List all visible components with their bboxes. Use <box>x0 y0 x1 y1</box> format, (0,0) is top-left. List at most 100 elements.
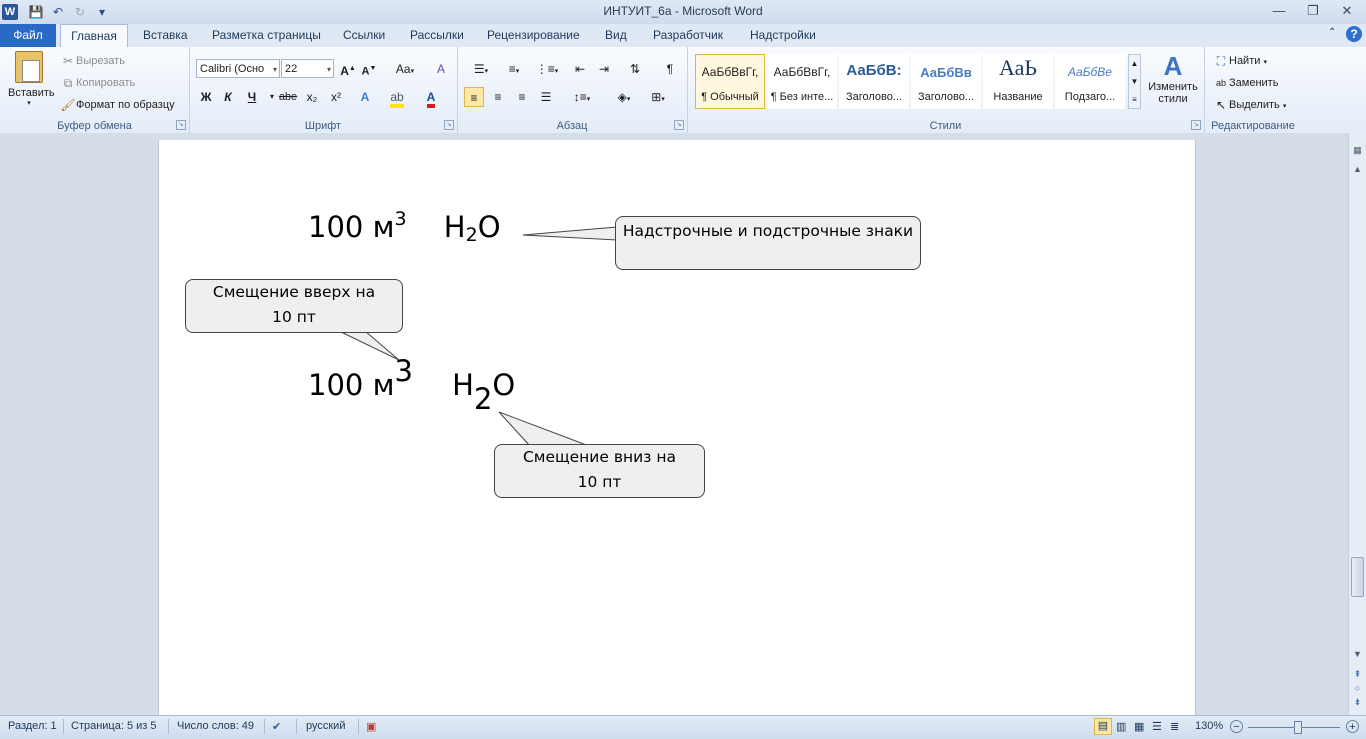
style-normal[interactable]: АаБбВвГг, ¶ Обычный <box>695 54 765 109</box>
increase-indent-button[interactable]: ⇥ <box>594 59 614 79</box>
underline-button[interactable]: Ч <box>242 87 262 107</box>
macro-record-icon[interactable]: ▣ <box>366 720 376 733</box>
superscript-button[interactable]: x² <box>326 87 346 107</box>
scroll-up-icon[interactable]: ▲ <box>1350 162 1365 177</box>
tab-insert[interactable]: Вставка <box>143 28 188 46</box>
zoom-level[interactable]: 130% <box>1195 720 1223 732</box>
scroll-down-icon[interactable]: ▼ <box>1350 647 1365 662</box>
scroll-thumb[interactable] <box>1351 557 1364 597</box>
customize-qat-icon[interactable]: ▾ <box>94 4 110 20</box>
help-icon[interactable]: ? <box>1346 26 1362 42</box>
previous-page-icon[interactable]: ⇞ <box>1350 667 1365 682</box>
outline-view-icon[interactable]: ☰ <box>1152 720 1162 733</box>
replace-button[interactable]: ab Заменить <box>1213 75 1278 91</box>
styles-launcher-icon[interactable]: ↘ <box>1191 120 1201 130</box>
select-browse-object-icon[interactable]: ○ <box>1350 681 1365 696</box>
style-title[interactable]: АаЬ Название <box>983 54 1053 109</box>
section-indicator[interactable]: Раздел: 1 <box>8 720 57 732</box>
next-page-icon[interactable]: ⇟ <box>1350 695 1365 710</box>
redo-icon[interactable]: ↻ <box>72 4 88 20</box>
show-formatting-button[interactable]: ¶ <box>660 59 680 79</box>
full-screen-reading-icon[interactable]: ▥ <box>1116 720 1126 733</box>
zoom-in-icon[interactable]: + <box>1346 720 1359 733</box>
sort-button[interactable]: ⇅ <box>625 59 645 79</box>
word-app-icon[interactable]: W <box>2 4 18 20</box>
vertical-scrollbar[interactable]: ▦ ▲ ▼ ⇞ ○ ⇟ <box>1348 133 1366 715</box>
line-spacing-button[interactable]: ↕≡▾ <box>567 87 597 107</box>
italic-button[interactable]: К <box>218 87 238 107</box>
style-no-spacing[interactable]: АаБбВвГг, ¶ Без инте... <box>767 54 837 109</box>
zoom-slider-thumb[interactable] <box>1294 721 1302 734</box>
save-icon[interactable]: 💾 <box>28 4 44 20</box>
bullets-button[interactable]: ☰▾ <box>466 59 496 79</box>
ruler-toggle-icon[interactable]: ▦ <box>1350 143 1365 158</box>
print-layout-icon[interactable]: ▤ <box>1094 718 1112 735</box>
grow-font-button[interactable]: A▲ <box>338 59 358 79</box>
paste-button[interactable]: Вставить ▾ <box>8 51 55 107</box>
shading-button[interactable]: ◈▾ <box>609 87 639 107</box>
font-name-combo[interactable]: Calibri (Осно ▾ <box>196 59 280 78</box>
word-count[interactable]: Число слов: 49 <box>177 720 254 732</box>
style-heading-2[interactable]: АаБбВв Заголово... <box>911 54 981 109</box>
highlight-color-button[interactable]: ab <box>387 87 407 108</box>
minimize-ribbon-icon[interactable]: ⌃ <box>1328 27 1336 45</box>
paragraph-launcher-icon[interactable]: ↘ <box>674 120 684 130</box>
tab-page-layout[interactable]: Разметка страницы <box>212 28 321 46</box>
change-case-button[interactable]: Aa▾ <box>391 59 419 79</box>
align-right-button[interactable]: ≡ <box>512 87 532 107</box>
close-button[interactable]: ✕ <box>1334 2 1360 20</box>
text-effects-button[interactable]: A <box>355 87 375 107</box>
style-heading-1[interactable]: АаБбВ: Заголово... <box>839 54 909 109</box>
document-page[interactable]: 100 м3 H2O 100 м3 H2O Надстрочные и подс… <box>158 140 1196 715</box>
tab-references[interactable]: Ссылки <box>343 28 385 46</box>
minimize-button[interactable]: — <box>1266 2 1292 20</box>
multilevel-list-icon: ⋮≡ <box>535 62 555 76</box>
callout-raise[interactable]: Смещение вверх на 10 пт <box>185 279 403 333</box>
multilevel-list-button[interactable]: ⋮≡▾ <box>532 59 562 79</box>
tab-file[interactable]: Файл <box>0 24 56 47</box>
decrease-indent-button[interactable]: ⇤ <box>570 59 590 79</box>
cut-button[interactable]: ✂ Вырезать <box>60 53 125 69</box>
callout-top[interactable]: Надстрочные и подстрочные знаки <box>615 216 921 270</box>
tab-mailings[interactable]: Рассылки <box>410 28 464 46</box>
select-button[interactable]: ↖ Выделить ▾ <box>1213 97 1286 113</box>
font-size-combo[interactable]: 22 ▾ <box>281 59 334 78</box>
shrink-font-button[interactable]: A▼ <box>359 59 379 79</box>
tab-home[interactable]: Главная <box>60 24 128 48</box>
spelling-check-icon[interactable]: ✔ <box>272 720 281 733</box>
undo-icon[interactable]: ↶ <box>50 4 66 20</box>
web-layout-icon[interactable]: ▦ <box>1134 720 1144 733</box>
tab-developer[interactable]: Разработчик <box>653 28 723 46</box>
font-color-icon: A <box>426 90 436 108</box>
tab-view[interactable]: Вид <box>605 28 627 46</box>
increase-indent-icon: ⇥ <box>598 62 610 76</box>
language-indicator[interactable]: русский <box>306 720 345 732</box>
align-center-button[interactable]: ≡ <box>488 87 508 107</box>
bold-button[interactable]: Ж <box>196 87 216 107</box>
font-launcher-icon[interactable]: ↘ <box>444 120 454 130</box>
copy-button[interactable]: ⧉ Копировать <box>60 75 136 91</box>
font-color-button[interactable]: A <box>421 87 441 108</box>
clipboard-launcher-icon[interactable]: ↘ <box>176 120 186 130</box>
page-indicator[interactable]: Страница: 5 из 5 <box>71 720 157 732</box>
tab-review[interactable]: Рецензирование <box>487 28 580 46</box>
tab-addins[interactable]: Надстройки <box>750 28 816 46</box>
draft-view-icon[interactable]: ≣ <box>1170 720 1179 733</box>
styles-scroll-buttons[interactable]: ▲ ▼ ≡ <box>1128 54 1141 109</box>
format-painter-button[interactable]: 🖌Формат по образцу <box>60 97 174 113</box>
align-left-button[interactable]: ≡ <box>464 87 484 107</box>
line-spacing-icon: ↕≡ <box>573 90 587 104</box>
restore-button[interactable]: ❐ <box>1300 2 1326 20</box>
justify-button[interactable]: ☰ <box>536 87 556 107</box>
change-styles-button[interactable]: A Изменить стили <box>1145 51 1201 105</box>
clear-formatting-button[interactable]: A <box>431 59 451 79</box>
subscript-button[interactable]: x₂ <box>302 87 322 107</box>
style-subtitle[interactable]: АаБбВе Подзаго... <box>1055 54 1125 109</box>
change-styles-label: Изменить стили <box>1148 81 1198 105</box>
numbering-button[interactable]: ≡▾ <box>499 59 529 79</box>
zoom-out-icon[interactable]: − <box>1230 720 1243 733</box>
callout-lower[interactable]: Смещение вниз на 10 пт <box>494 444 705 498</box>
strikethrough-button[interactable]: abe <box>278 87 298 107</box>
borders-button[interactable]: ⊞▾ <box>643 87 673 107</box>
find-button[interactable]: ⛶ Найти ▾ <box>1213 53 1267 69</box>
